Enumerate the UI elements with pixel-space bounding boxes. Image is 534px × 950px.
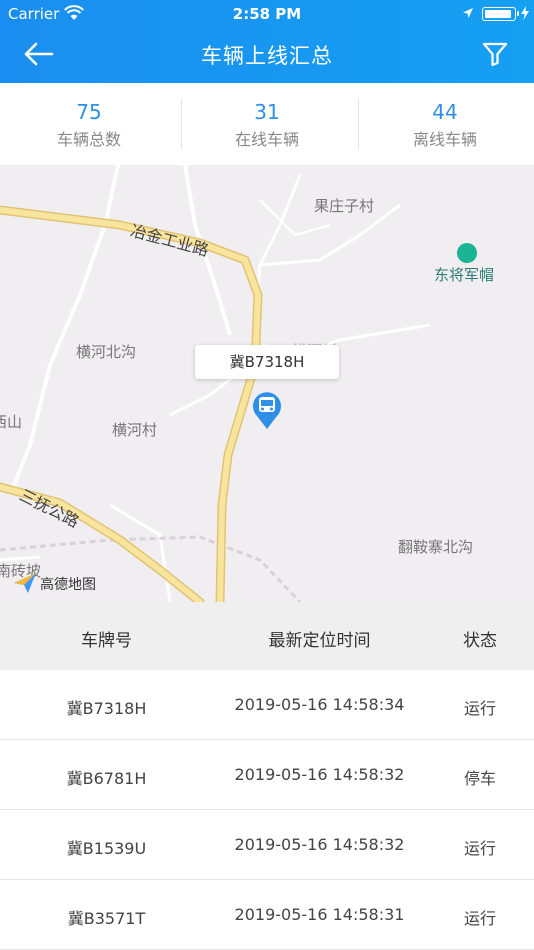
stat-online-label: 在线车辆 [234,130,299,149]
row-status: 运行 [463,909,496,928]
map-label: 果庄子村 [314,197,375,215]
status-time: 2:58 PM [232,5,302,23]
map-logo-text: 高德地图 [40,577,96,593]
stat-total-value: 75 [76,100,102,124]
stats-bar: 75 车辆总数 31 在线车辆 44 离线车辆 [0,83,534,165]
top-header: Carrier 2:58 PM 车辆上线汇总 [0,0,534,83]
campsite-icon [457,243,477,263]
row-plate: 冀B7318H [66,699,147,718]
stat-online: 31 在线车辆 [178,83,356,165]
row-plate: 冀B1539U [66,839,147,858]
header-time: 最新定位时间 [268,631,371,651]
page-title: 车辆上线汇总 [201,44,333,68]
status-bar: Carrier 2:58 PM [0,0,534,28]
row-plate: 冀B3571T [67,909,146,928]
row-time: 2019-05-16 14:58:32 [234,765,405,784]
map-label: 横河村 [112,421,158,439]
charging-icon [521,6,529,20]
stat-total: 75 车辆总数 [0,83,178,165]
row-time: 2019-05-16 14:58:34 [234,695,405,714]
table-header: 车牌号 最新定位时间 状态 [0,602,534,670]
header-status: 状态 [463,631,497,651]
map-view[interactable]: 果庄子村 冶金工业路 东将军帽 横河北沟 横河村 西山 横河村 三抚公路 翻鞍寨… [0,165,534,602]
table-row[interactable]: 冀B3571T 2019-05-16 14:58:31 运行 [0,880,534,950]
row-status: 运行 [463,699,496,718]
table-row[interactable]: 冀B7318H 2019-05-16 14:58:34 运行 [0,670,534,740]
row-time: 2019-05-16 14:58:32 [234,835,405,854]
bus-marker-icon[interactable] [250,389,284,431]
battery-icon [482,7,519,21]
stat-offline-label: 离线车辆 [412,130,477,149]
stat-offline: 44 离线车辆 [356,83,534,165]
poi-label: 东将军帽 [434,266,495,284]
map-label: 翻鞍寨北沟 [398,538,474,556]
location-arrow-icon [463,8,473,18]
row-time: 2019-05-16 14:58:31 [234,905,405,924]
map-label: 横河北沟 [76,343,137,361]
map-label: 西山 [0,413,23,431]
vehicle-table: 车牌号 最新定位时间 状态 冀B7318H 2019-05-16 14:58:3… [0,602,534,950]
row-status: 停车 [463,769,496,788]
table-row[interactable]: 冀B6781H 2019-05-16 14:58:32 停车 [0,740,534,810]
row-plate: 冀B6781H [66,769,147,788]
stat-total-label: 车辆总数 [56,130,121,149]
table-row[interactable]: 冀B1539U 2019-05-16 14:58:32 运行 [0,810,534,880]
stat-online-value: 31 [254,100,280,124]
row-status: 运行 [463,839,496,858]
header-plate: 车牌号 [81,631,132,651]
stat-offline-value: 44 [432,100,458,124]
amap-logo-icon [14,573,36,593]
filter-button[interactable] [480,40,510,68]
vehicle-callout[interactable]: 冀B7318H [195,345,339,379]
